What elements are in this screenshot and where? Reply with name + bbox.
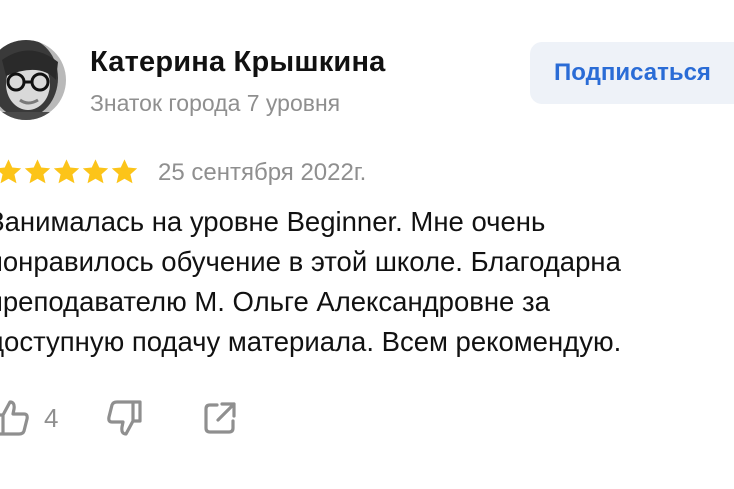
review-text-line: понравилось обучение в этой школе. Благо… (0, 246, 621, 277)
star-icon (24, 159, 51, 184)
review-text: Занималась на уровне Beginner. Мне очень… (0, 202, 734, 362)
rating-stars (0, 156, 139, 190)
user-photo-icon (0, 40, 66, 120)
thumbs-down-icon[interactable] (104, 398, 144, 438)
star-icon (111, 159, 138, 184)
review-text-line: доступную подачу материала. Всем рекомен… (0, 326, 622, 357)
review-text-line: Занималась на уровне Beginner. Мне очень (0, 206, 546, 237)
subscribe-button[interactable]: Подписаться (530, 42, 734, 104)
author-name[interactable]: Катерина Крышкина (90, 44, 386, 80)
share-icon[interactable] (202, 400, 238, 436)
review-text-line: преподавателю М. Ольге Александровне за (0, 286, 550, 317)
avatar[interactable] (0, 40, 66, 120)
star-icon (0, 159, 22, 184)
thumbs-up-icon[interactable] (0, 398, 32, 438)
author-level: Знаток города 7 уровня (90, 90, 341, 116)
star-icon (53, 159, 80, 184)
likes-count: 4 (44, 403, 59, 433)
star-icon (82, 159, 109, 184)
review-date: 25 сентября 2022г. (158, 159, 367, 186)
